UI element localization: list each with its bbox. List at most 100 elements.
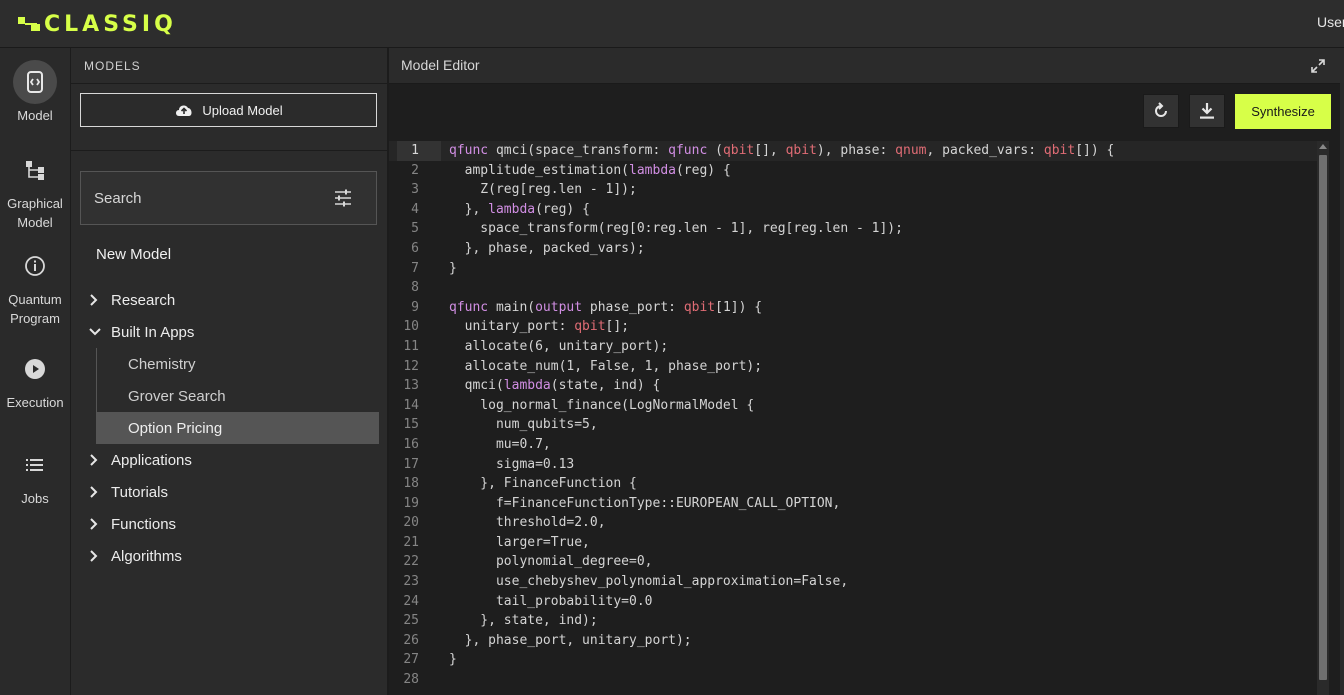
nav-item-jobs[interactable]: Jobs [0,443,70,508]
code-line[interactable]: 19 f=FinanceFunctionType::EUROPEAN_CALL_… [389,494,1317,514]
code-line[interactable]: 6 }, phase, packed_vars); [389,239,1317,259]
scroll-up-arrow-icon[interactable] [1319,144,1327,149]
code-text[interactable]: space_transform(reg[0:reg.len - 1], reg[… [449,219,903,239]
expand-icon[interactable] [1310,58,1326,74]
code-line[interactable]: 20 threshold=2.0, [389,513,1317,533]
user-menu[interactable]: User [1317,14,1344,30]
code-text[interactable]: }, FinanceFunction { [449,474,637,494]
refresh-icon [1155,102,1167,117]
code-text[interactable]: use_chebyshev_polynomial_approximation=F… [449,572,848,592]
code-line[interactable]: 11 allocate(6, unitary_port); [389,337,1317,357]
filter-sliders-icon[interactable] [333,188,353,208]
model-tree: Research Built In Apps Chemistry Grover … [71,284,387,572]
code-text[interactable]: num_qubits=5, [449,415,598,435]
code-text[interactable]: qfunc qmci(space_transform: qfunc (qbit[… [449,141,1114,161]
line-number: 5 [411,221,419,237]
tree-item-chemistry[interactable]: Chemistry [97,348,387,380]
info-circle-icon [13,244,57,288]
code-editor[interactable]: 1 qfunc qmci(space_transform: qfunc (qbit… [389,141,1317,695]
code-text[interactable]: }, state, ind); [449,611,597,631]
upload-model-button[interactable]: Upload Model [80,93,377,127]
code-line[interactable]: 27} [389,650,1317,670]
code-line[interactable]: 12 allocate_num(1, False, 1, phase_port)… [389,357,1317,377]
code-line[interactable]: 28 [389,670,1317,690]
editor-header: Model Editor [389,48,1344,84]
line-number: 2 [411,162,419,178]
scroll-thumb[interactable] [1319,155,1327,680]
code-line[interactable]: 4 }, lambda(reg) { [389,200,1317,220]
code-text[interactable]: }, phase_port, unitary_port); [449,631,692,651]
editor-title: Model Editor [401,57,480,73]
code-text[interactable]: polynomial_degree=0, [449,552,653,572]
code-line[interactable]: 18 }, FinanceFunction { [389,474,1317,494]
code-text[interactable]: } [449,650,457,670]
code-line[interactable]: 13 qmci(lambda(state, ind) { [389,376,1317,396]
search-input[interactable]: Search [80,171,377,225]
code-line[interactable]: 9 qfunc main(output phase_port: qbit[1]) … [389,298,1317,318]
tree-item-applications[interactable]: Applications [71,444,387,476]
code-text[interactable]: allocate_num(1, False, 1, phase_port); [449,357,762,377]
model-editor: Model Editor Synthesize 1 qfunc qmci(spac… [389,48,1344,695]
code-text[interactable]: amplitude_estimation(lambda(reg) { [449,161,731,181]
code-line[interactable]: 7} [389,259,1317,279]
line-number: 1 [411,143,419,158]
code-text[interactable]: f=FinanceFunctionType::EUROPEAN_CALL_OPT… [449,494,840,514]
code-line[interactable]: 26 }, phase_port, unitary_port); [389,631,1317,651]
code-text[interactable]: }, lambda(reg) { [449,200,590,220]
code-line[interactable]: 5 space_transform(reg[0:reg.len - 1], re… [389,219,1317,239]
model-icon [13,60,57,104]
classiq-logo[interactable]: CLASSIQ [18,12,177,37]
code-text[interactable]: mu=0.7, [449,435,551,455]
code-text[interactable]: } [449,259,457,279]
code-text[interactable]: unitary_port: qbit[]; [449,317,629,337]
code-line[interactable]: 17 sigma=0.13 [389,455,1317,475]
tree-item-tutorials[interactable]: Tutorials [71,476,387,508]
code-text[interactable]: Z(reg[reg.len - 1]); [449,180,637,200]
line-number: 14 [403,397,419,413]
tree-item-research[interactable]: Research [71,284,387,316]
line-number: 26 [403,632,419,648]
tree-item-functions[interactable]: Functions [71,508,387,540]
code-line[interactable]: 16 mu=0.7, [389,435,1317,455]
tree-item-grover-search[interactable]: Grover Search [97,380,387,412]
code-text[interactable]: allocate(6, unitary_port); [449,337,669,357]
line-number: 12 [403,358,419,374]
tree-item-option-pricing[interactable]: Option Pricing [97,412,379,444]
download-button[interactable] [1189,94,1225,128]
code-text[interactable]: log_normal_finance(LogNormalModel { [449,396,754,416]
nav-item-execution[interactable]: Execution [0,347,70,412]
editor-scrollbar[interactable] [1317,141,1329,695]
code-line[interactable]: 3 Z(reg[reg.len - 1]); [389,180,1317,200]
code-text[interactable]: qmci(lambda(state, ind) { [449,376,661,396]
code-line[interactable]: 21 larger=True, [389,533,1317,553]
code-line[interactable]: 24 tail_probability=0.0 [389,592,1317,612]
list-icon [13,443,57,487]
code-line[interactable]: 23 use_chebyshev_polynomial_approximatio… [389,572,1317,592]
reset-button[interactable] [1143,94,1179,128]
synthesize-button[interactable]: Synthesize [1235,94,1331,129]
new-model-item[interactable]: New Model [96,246,171,263]
code-text[interactable]: tail_probability=0.0 [449,592,653,612]
code-line[interactable]: 8 [389,278,1317,298]
code-line[interactable]: 22 polynomial_degree=0, [389,552,1317,572]
tree-item-label: Algorithms [111,547,182,565]
code-line[interactable]: 25 }, state, ind); [389,611,1317,631]
nav-item-model[interactable]: Model [0,60,70,125]
chevron-right-icon [89,454,109,466]
code-line[interactable]: 1 qfunc qmci(space_transform: qfunc (qbit… [389,141,1317,161]
nav-item-graphical-model[interactable]: Graphical Model [0,148,70,232]
code-line[interactable]: 15 num_qubits=5, [389,415,1317,435]
models-panel-title: MODELS [84,59,141,73]
code-text[interactable]: sigma=0.13 [449,455,574,475]
code-text[interactable]: }, phase, packed_vars); [449,239,645,259]
tree-item-label: Applications [111,451,192,469]
code-line[interactable]: 14 log_normal_finance(LogNormalModel { [389,396,1317,416]
nav-item-quantum-program[interactable]: Quantum Program [0,244,70,328]
code-text[interactable]: threshold=2.0, [449,513,606,533]
code-text[interactable]: larger=True, [449,533,590,553]
code-text[interactable]: qfunc main(output phase_port: qbit[1]) { [449,298,762,318]
code-line[interactable]: 2 amplitude_estimation(lambda(reg) { [389,161,1317,181]
code-line[interactable]: 10 unitary_port: qbit[]; [389,317,1317,337]
tree-item-algorithms[interactable]: Algorithms [71,540,387,572]
tree-item-built-in-apps[interactable]: Built In Apps [71,316,387,348]
